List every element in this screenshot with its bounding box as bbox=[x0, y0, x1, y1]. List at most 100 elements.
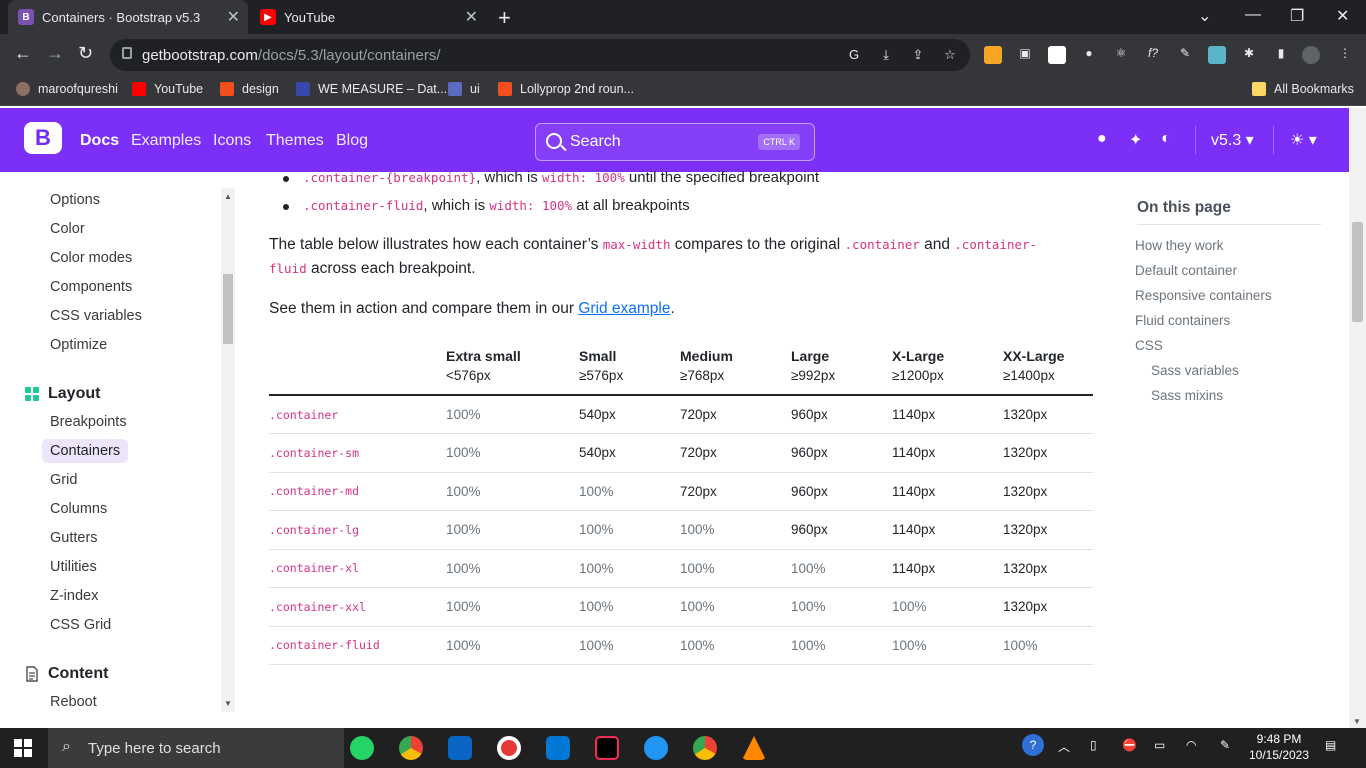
back-icon[interactable]: ← bbox=[14, 43, 32, 64]
toc-link-fluid-containers[interactable]: Fluid containers bbox=[1135, 313, 1230, 328]
scroll-down-icon[interactable]: ▼ bbox=[224, 699, 232, 708]
scroll-up-icon[interactable]: ▲ bbox=[224, 192, 232, 201]
sidebar-item-css-variables[interactable]: CSS variables bbox=[50, 308, 142, 324]
side-panel-icon[interactable]: ▮ bbox=[1272, 46, 1290, 64]
new-tab-button[interactable]: + bbox=[498, 5, 511, 31]
notifications-icon[interactable]: ▤ bbox=[1325, 738, 1336, 752]
vlc-icon[interactable] bbox=[742, 736, 766, 760]
record-icon[interactable] bbox=[497, 736, 521, 760]
sidebar-item-reboot[interactable]: Reboot bbox=[50, 694, 97, 710]
nav-divider bbox=[1273, 126, 1274, 154]
app-store-icon[interactable] bbox=[644, 736, 668, 760]
theme-toggle-sun-icon[interactable]: ☀ ▾ bbox=[1290, 130, 1317, 150]
sidebar-item-columns[interactable]: Columns bbox=[50, 501, 107, 517]
version-dropdown[interactable]: v5.3 ▾ bbox=[1211, 130, 1254, 150]
sidebar-item-optimize[interactable]: Optimize bbox=[50, 337, 107, 353]
sidebar-item-color[interactable]: Color bbox=[50, 221, 85, 237]
nav-examples[interactable]: Examples bbox=[131, 132, 201, 150]
bootstrap-logo[interactable]: B bbox=[24, 122, 62, 154]
linkedin-icon[interactable] bbox=[448, 736, 472, 760]
help-icon[interactable]: ? bbox=[1022, 734, 1044, 756]
sidebar-item-utilities[interactable]: Utilities bbox=[50, 559, 97, 575]
bookmark-item[interactable]: ui bbox=[448, 82, 480, 96]
battery-icon[interactable]: ▭ bbox=[1154, 738, 1165, 752]
sidebar-item-components[interactable]: Components bbox=[50, 279, 132, 295]
toc-link-default-container[interactable]: Default container bbox=[1135, 263, 1237, 278]
grid-example-link[interactable]: Grid example bbox=[578, 300, 670, 317]
menu-icon[interactable]: ⋮ bbox=[1336, 46, 1354, 64]
sidebar-item-css-grid[interactable]: CSS Grid bbox=[50, 617, 111, 633]
sidebar-scroll-thumb[interactable] bbox=[223, 274, 233, 344]
extensions-puzzle-icon[interactable]: ✱ bbox=[1240, 46, 1258, 64]
extension-notes-icon[interactable] bbox=[1048, 46, 1066, 64]
sidebar-item-grid[interactable]: Grid bbox=[50, 472, 77, 488]
windows-start-icon[interactable] bbox=[14, 739, 32, 762]
tab-search-icon[interactable]: ⌄ bbox=[1198, 6, 1211, 26]
extension-fx-icon[interactable]: f? bbox=[1144, 46, 1162, 64]
sidebar-scrollbar[interactable]: ▲ ▼ bbox=[221, 188, 235, 712]
page-scroll-thumb[interactable] bbox=[1352, 222, 1363, 322]
extension-pen-icon[interactable]: ✎ bbox=[1176, 46, 1194, 64]
extension-window-icon[interactable]: ▣ bbox=[1016, 46, 1034, 64]
chevron-up-icon[interactable]: ︿ bbox=[1058, 738, 1070, 755]
nav-icons[interactable]: Icons bbox=[213, 132, 251, 150]
toc-link-how-they-work[interactable]: How they work bbox=[1135, 238, 1224, 253]
bookmark-item[interactable]: Lollyprop 2nd roun... bbox=[498, 82, 634, 96]
scroll-down-icon[interactable]: ▼ bbox=[1353, 717, 1361, 726]
device-icon[interactable]: ▯ bbox=[1090, 738, 1097, 752]
chrome-icon[interactable] bbox=[399, 736, 423, 760]
minimize-icon[interactable]: — bbox=[1245, 6, 1261, 24]
clock[interactable]: 9:48 PM 10/15/2023 bbox=[1246, 731, 1312, 763]
nav-docs[interactable]: Docs bbox=[80, 132, 119, 150]
github-icon[interactable]: ● bbox=[1097, 130, 1107, 148]
react-devtools-icon[interactable]: ⚛ bbox=[1112, 46, 1130, 64]
toc-link-responsive-containers[interactable]: Responsive containers bbox=[1135, 288, 1272, 303]
google-lens-icon[interactable]: G bbox=[846, 47, 862, 63]
toc-link-sass-variables[interactable]: Sass variables bbox=[1151, 363, 1239, 378]
extension-color-icon[interactable]: ● bbox=[1080, 46, 1098, 64]
bookmark-item[interactable]: maroofqureshi bbox=[16, 82, 118, 96]
taskbar-search-input[interactable]: ⌕ Type here to search bbox=[48, 728, 344, 768]
chrome-profile-icon[interactable] bbox=[693, 736, 717, 760]
twitter-icon[interactable]: ✦ bbox=[1129, 130, 1142, 150]
nav-blog[interactable]: Blog bbox=[336, 132, 368, 150]
docs-search-button[interactable]: Search CTRL K bbox=[535, 123, 815, 161]
page-scrollbar[interactable]: ▼ bbox=[1349, 108, 1366, 728]
whatsapp-icon[interactable] bbox=[350, 736, 374, 760]
network-off-icon[interactable]: ⛔ bbox=[1122, 738, 1137, 752]
extension-icon[interactable] bbox=[984, 46, 1002, 64]
close-tab-icon[interactable]: ✕ bbox=[465, 7, 478, 27]
bookmark-star-icon[interactable]: ☆ bbox=[942, 47, 958, 63]
sidebar-item-breakpoints[interactable]: Breakpoints bbox=[50, 414, 127, 430]
bookmark-item[interactable]: design bbox=[220, 82, 279, 96]
nav-themes[interactable]: Themes bbox=[266, 132, 324, 150]
close-tab-icon[interactable]: ✕ bbox=[227, 7, 240, 27]
forward-icon[interactable]: → bbox=[46, 43, 64, 64]
intellij-icon[interactable] bbox=[595, 736, 619, 760]
bookmark-item[interactable]: WE MEASURE – Dat... bbox=[296, 82, 447, 96]
reload-icon[interactable]: ↻ bbox=[78, 43, 93, 64]
bookmark-item[interactable]: YouTube bbox=[132, 82, 203, 96]
sidebar-item-gutters[interactable]: Gutters bbox=[50, 530, 98, 546]
address-bar[interactable]: getbootstrap.com/docs/5.3/layout/contain… bbox=[110, 39, 970, 71]
sidebar-item-containers[interactable]: Containers bbox=[42, 439, 129, 463]
extension-image-icon[interactable] bbox=[1208, 46, 1226, 64]
toc-link-sass-mixins[interactable]: Sass mixins bbox=[1151, 388, 1223, 403]
tab-youtube[interactable]: ▶ YouTube ✕ bbox=[250, 0, 486, 34]
close-window-icon[interactable]: ✕ bbox=[1336, 6, 1349, 26]
wifi-icon[interactable]: ◠ bbox=[1186, 738, 1196, 752]
toc-link-css[interactable]: CSS bbox=[1135, 338, 1163, 353]
restore-icon[interactable]: ❐ bbox=[1290, 6, 1304, 26]
install-icon[interactable]: ⤓ bbox=[878, 47, 894, 63]
share-icon[interactable]: ⇪ bbox=[910, 47, 926, 63]
all-bookmarks[interactable]: All Bookmarks bbox=[1252, 82, 1354, 96]
profile-avatar[interactable] bbox=[1302, 46, 1320, 64]
opencollective-icon[interactable]: ◐ bbox=[1161, 130, 1171, 148]
vscode-icon[interactable] bbox=[546, 736, 570, 760]
pen-icon[interactable]: ✎ bbox=[1220, 738, 1230, 752]
sidebar-item-options[interactable]: Options bbox=[50, 192, 100, 208]
tab-bootstrap[interactable]: B Containers · Bootstrap v5.3 ✕ bbox=[8, 0, 248, 34]
sidebar-item-z-index[interactable]: Z-index bbox=[50, 588, 98, 604]
sidebar-item-color-modes[interactable]: Color modes bbox=[50, 250, 132, 266]
column-header-name: XX-Large bbox=[1003, 348, 1065, 364]
